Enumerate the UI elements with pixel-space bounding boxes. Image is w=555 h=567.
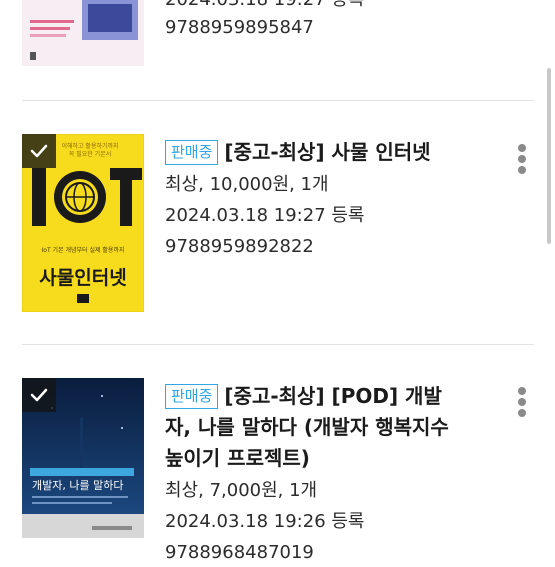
- selected-check[interactable]: [22, 134, 56, 168]
- svg-text:꼭 필요한 기본서: 꼭 필요한 기본서: [69, 150, 111, 158]
- isbn: 9788968487019: [165, 542, 314, 563]
- book-cover-thumbnail[interactable]: 이해하고 활용하기까지 꼭 필요한 기본서 IoT 기본 개념부터 실제 활용까…: [22, 134, 144, 312]
- listing-title[interactable]: 판매중 [중고-최상] 사물 인터넷: [165, 137, 465, 168]
- book-cover-thumbnail[interactable]: 개발자, 나를 말하다: [22, 378, 144, 538]
- listing-item[interactable]: 2024.03.18 19:27 등록 9788959895847: [0, 0, 555, 100]
- book-cover-title: 사물인터넷: [39, 267, 126, 289]
- registered-date: 2024.03.18 19:27 등록: [165, 0, 465, 14]
- registered-date: 2024.03.18 19:27 등록: [165, 205, 365, 226]
- listing-item[interactable]: 개발자, 나를 말하다 판매중 [중고-최상] [POD] 개발자, 나를 말하다…: [0, 345, 555, 563]
- book-cover-title: 개발자, 나를 말하다: [32, 478, 123, 492]
- more-options-button[interactable]: [515, 387, 529, 417]
- svg-text:이해하고 활용하기까지: 이해하고 활용하기까지: [61, 142, 118, 150]
- check-icon: [30, 144, 48, 158]
- status-badge: 판매중: [165, 384, 219, 409]
- listing-item[interactable]: 이해하고 활용하기까지 꼭 필요한 기본서 IoT 기본 개념부터 실제 활용까…: [0, 101, 555, 346]
- isbn: 9788959892822: [165, 236, 314, 257]
- listing-title[interactable]: 판매중 [중고-최상] [POD] 개발자, 나를 말하다 (개발자 행복지수 높…: [165, 381, 465, 474]
- book-cover-image: [22, 0, 144, 66]
- isbn: 9788959895847: [165, 17, 314, 38]
- status-badge: 판매중: [165, 140, 219, 165]
- registered-date: 2024.03.18 19:26 등록: [165, 511, 365, 532]
- listing-info: 판매중 [중고-최상] [POD] 개발자, 나를 말하다 (개발자 행복지수 높…: [165, 381, 465, 567]
- more-options-button[interactable]: [515, 144, 529, 174]
- listing-info: 2024.03.18 19:27 등록 9788959895847: [165, 0, 465, 42]
- more-vertical-icon: [518, 387, 526, 395]
- selected-check[interactable]: [22, 378, 56, 412]
- condition-price: 최상, 7,000원, 1개: [165, 480, 318, 501]
- svg-text:IoT 기본 개념부터 실제 활용까지: IoT 기본 개념부터 실제 활용까지: [42, 246, 125, 254]
- condition-price: 최상, 10,000원, 1개: [165, 174, 329, 195]
- more-vertical-icon: [518, 144, 526, 152]
- listing-list: 2024.03.18 19:27 등록 9788959895847 이해하고 활…: [0, 0, 555, 563]
- check-icon: [30, 388, 48, 402]
- listing-title-text: [중고-최상] 사물 인터넷: [224, 140, 431, 164]
- scrollbar[interactable]: [547, 68, 551, 244]
- book-cover-thumbnail[interactable]: [22, 0, 144, 66]
- listing-info: 판매중 [중고-최상] 사물 인터넷 최상, 10,000원, 1개 2024.0…: [165, 137, 465, 261]
